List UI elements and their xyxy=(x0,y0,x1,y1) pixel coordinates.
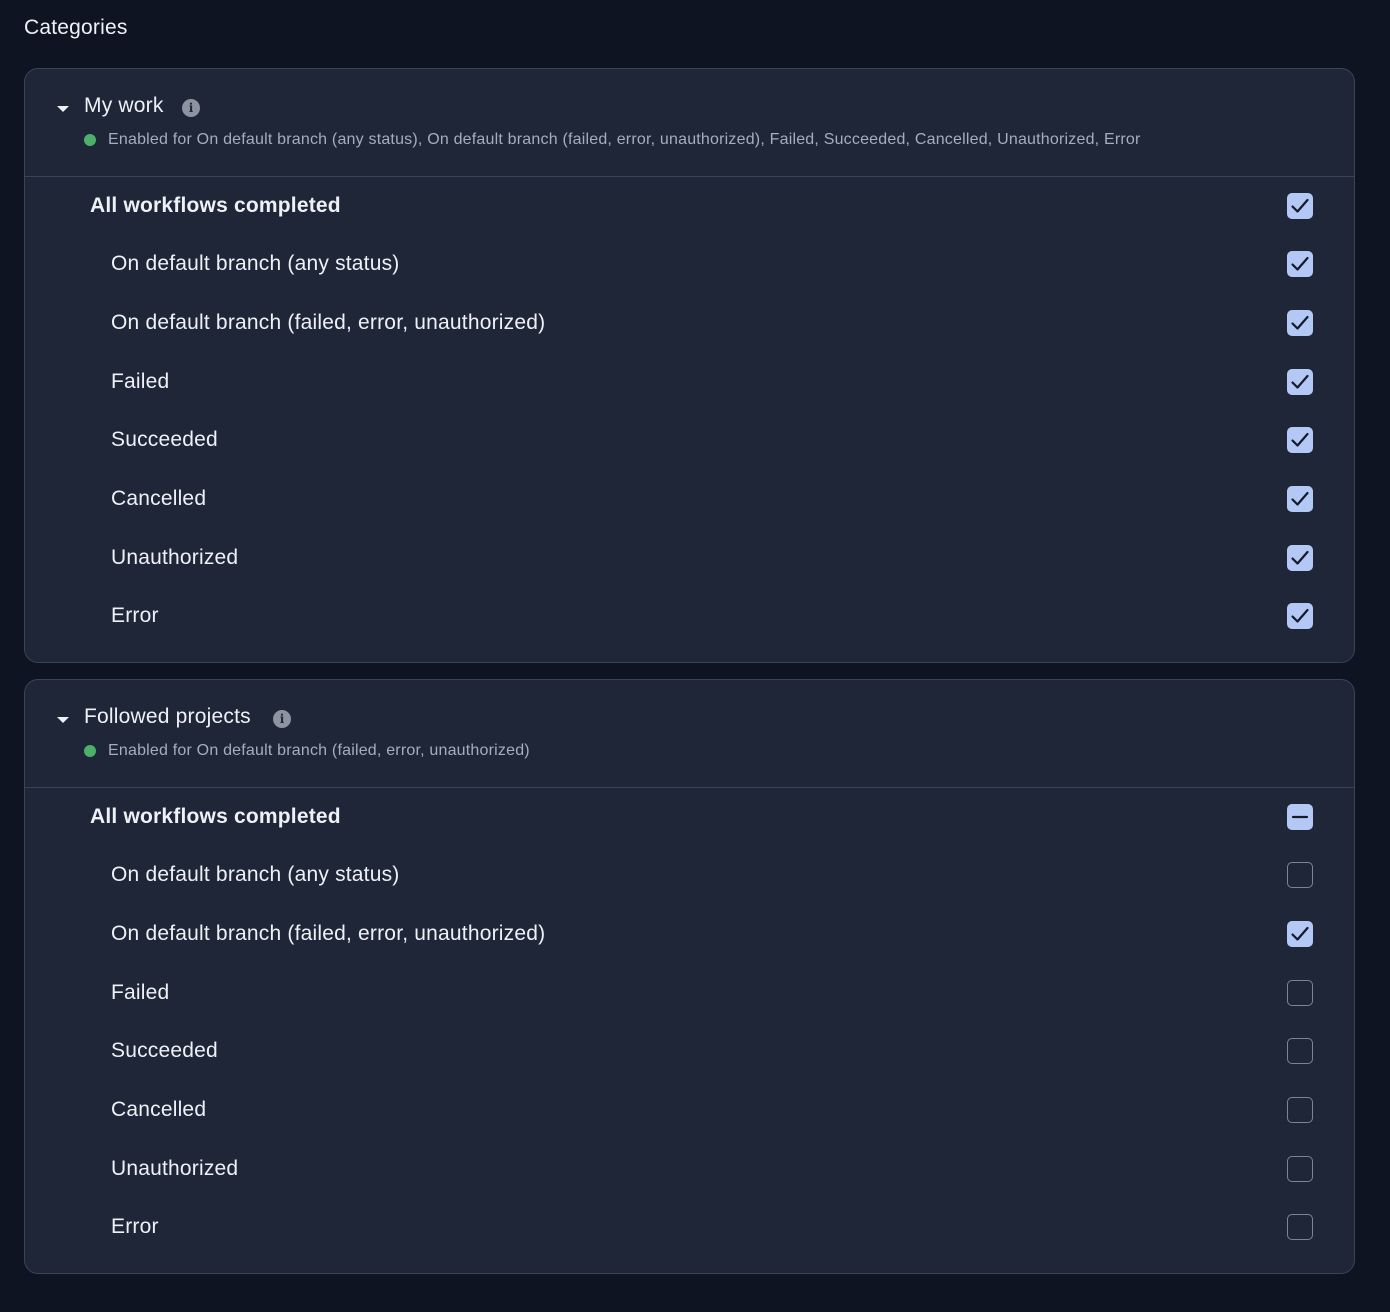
section-status-text: Enabled for On default branch (failed, e… xyxy=(108,742,530,759)
option-label: Failed xyxy=(111,980,170,1004)
group-row[interactable]: All workflows completed xyxy=(25,177,1354,235)
option-row[interactable]: Failed xyxy=(25,352,1354,411)
check-icon xyxy=(1291,926,1309,941)
section-header[interactable]: Followed projects i Enabled for On defau… xyxy=(25,680,1354,788)
status-dot-icon xyxy=(84,134,96,146)
option-row[interactable]: On default branch (any status) xyxy=(25,235,1354,294)
option-row[interactable]: On default branch (any status) xyxy=(25,846,1354,905)
option-checkbox[interactable] xyxy=(1287,1038,1313,1065)
check-icon xyxy=(1291,550,1309,565)
check-icon xyxy=(1291,609,1309,624)
category-section-followed-projects: Followed projects i Enabled for On defau… xyxy=(24,679,1355,1274)
section-title: My work xyxy=(84,94,164,117)
notification-options-list: All workflows completed On default branc… xyxy=(25,177,1354,646)
option-checkbox[interactable] xyxy=(1287,310,1313,337)
option-checkbox[interactable] xyxy=(1287,251,1313,278)
option-row[interactable]: Cancelled xyxy=(25,1081,1354,1140)
option-checkbox[interactable] xyxy=(1287,427,1313,454)
category-section-my-work: My work i Enabled for On default branch … xyxy=(24,68,1355,663)
option-row[interactable]: Failed xyxy=(25,963,1354,1022)
check-icon xyxy=(1291,257,1309,271)
option-label: On default branch (any status) xyxy=(111,252,400,276)
option-row[interactable]: On default branch (failed, error, unauth… xyxy=(25,905,1354,964)
option-row[interactable]: Unauthorized xyxy=(25,528,1354,587)
section-header[interactable]: My work i Enabled for On default branch … xyxy=(25,69,1354,177)
section-title: Followed projects xyxy=(84,705,251,728)
option-label: On default branch (failed, error, unauth… xyxy=(111,922,546,946)
section-status-text: Enabled for On default branch (any statu… xyxy=(108,131,1141,148)
group-checkbox[interactable] xyxy=(1287,804,1313,830)
option-label: Succeeded xyxy=(111,1039,218,1063)
option-label: Unauthorized xyxy=(111,545,239,569)
check-icon xyxy=(1291,198,1309,213)
option-checkbox[interactable] xyxy=(1287,544,1313,571)
option-checkbox[interactable] xyxy=(1287,921,1313,948)
check-icon xyxy=(1291,491,1309,506)
option-row[interactable]: Error xyxy=(25,587,1354,646)
option-label: On default branch (failed, error, unauth… xyxy=(111,311,546,335)
option-row[interactable]: Succeeded xyxy=(25,411,1354,470)
option-row[interactable]: Unauthorized xyxy=(25,1139,1354,1198)
option-row[interactable]: Error xyxy=(25,1198,1354,1257)
option-label: Error xyxy=(111,604,159,628)
group-label: All workflows completed xyxy=(90,805,341,828)
option-checkbox[interactable] xyxy=(1287,1214,1313,1241)
option-label: On default branch (any status) xyxy=(111,863,400,887)
check-icon xyxy=(1291,315,1309,330)
option-row[interactable]: Succeeded xyxy=(25,1022,1354,1081)
option-checkbox[interactable] xyxy=(1287,1155,1313,1182)
option-row[interactable]: On default branch (failed, error, unauth… xyxy=(25,294,1354,353)
minus-icon xyxy=(1291,815,1309,819)
option-label: Cancelled xyxy=(111,1098,207,1122)
option-label: Failed xyxy=(111,369,170,393)
info-icon[interactable]: i xyxy=(182,99,200,117)
group-checkbox[interactable] xyxy=(1287,193,1313,219)
group-row[interactable]: All workflows completed xyxy=(25,788,1354,846)
option-checkbox[interactable] xyxy=(1287,862,1313,889)
page-title: Categories xyxy=(24,16,128,39)
option-label: Cancelled xyxy=(111,487,207,511)
caret-down-icon[interactable] xyxy=(56,104,70,114)
notification-options-list: All workflows completed On default branc… xyxy=(25,788,1354,1257)
option-label: Error xyxy=(111,1215,159,1239)
caret-down-icon[interactable] xyxy=(56,715,70,725)
option-checkbox[interactable] xyxy=(1287,486,1313,513)
option-checkbox[interactable] xyxy=(1287,603,1313,630)
check-icon xyxy=(1291,433,1309,448)
check-icon xyxy=(1291,374,1309,389)
option-checkbox[interactable] xyxy=(1287,368,1313,395)
option-checkbox[interactable] xyxy=(1287,1097,1313,1124)
info-icon[interactable]: i xyxy=(273,710,291,728)
group-label: All workflows completed xyxy=(90,194,341,217)
option-checkbox[interactable] xyxy=(1287,979,1313,1006)
status-dot-icon xyxy=(84,745,96,757)
option-row[interactable]: Cancelled xyxy=(25,470,1354,529)
option-label: Unauthorized xyxy=(111,1156,239,1180)
option-label: Succeeded xyxy=(111,428,218,452)
